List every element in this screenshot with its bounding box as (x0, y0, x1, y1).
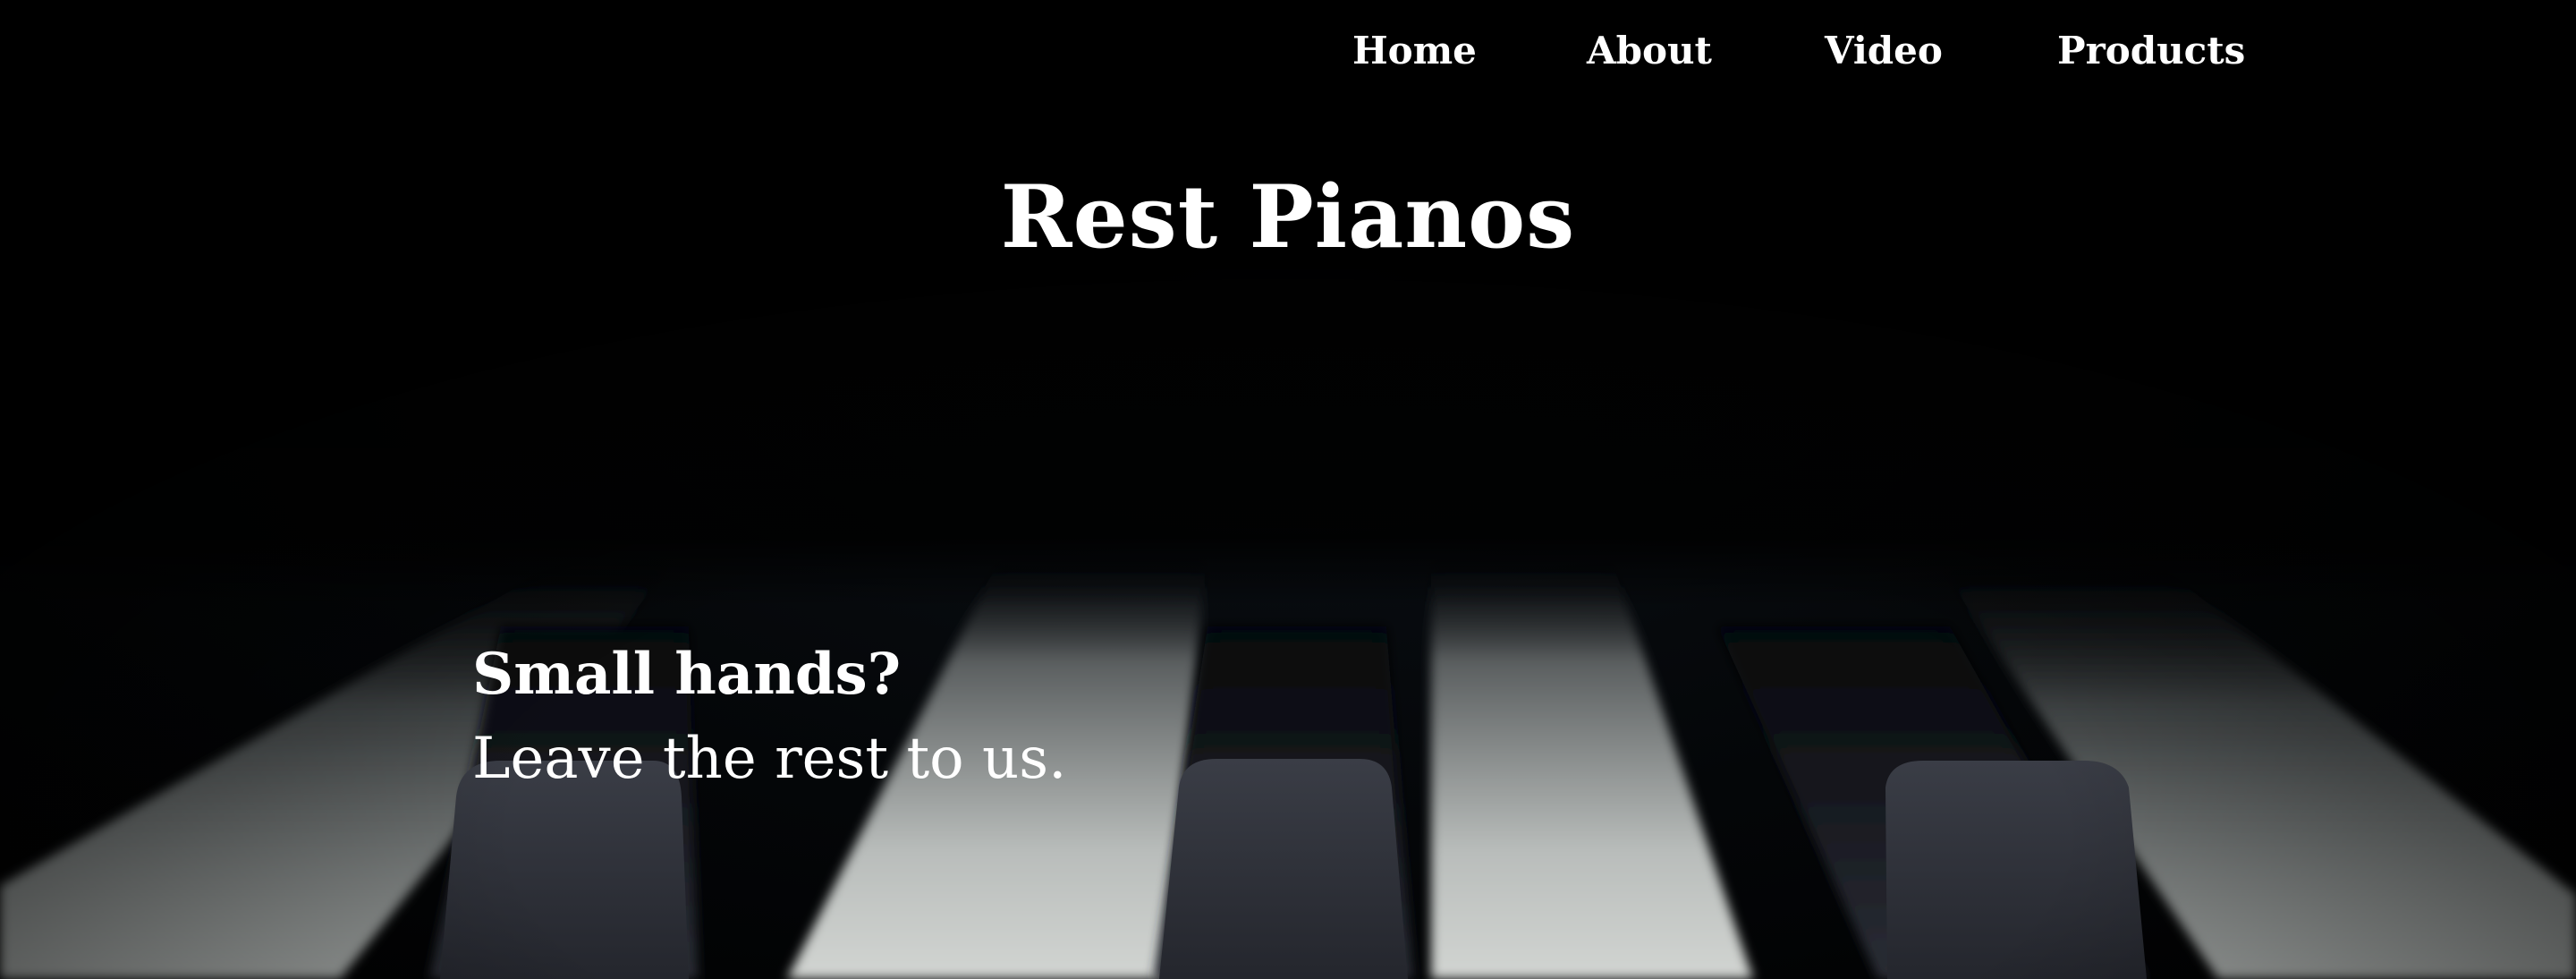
hero-heading: Small hands? (472, 641, 902, 708)
nav-link-video[interactable]: Video (1825, 20, 1943, 82)
main-nav: Home About Video Products (0, 20, 2576, 82)
site-title: Rest Pianos (1000, 166, 1576, 268)
piano-keys-background-image (0, 0, 2576, 979)
nav-link-products[interactable]: Products (2057, 20, 2245, 82)
nav-link-about[interactable]: About (1587, 20, 1712, 82)
nav-link-home[interactable]: Home (1352, 20, 1477, 82)
hero-section: Home About Video Products Rest Pianos Sm… (0, 0, 2576, 979)
hero-subheading: Leave the rest to us. (472, 726, 1067, 792)
